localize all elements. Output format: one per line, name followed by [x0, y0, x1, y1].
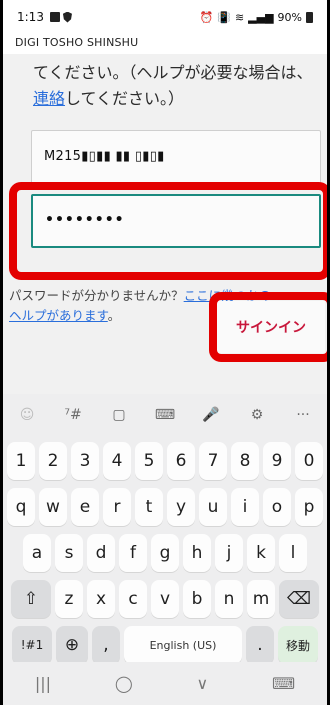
app-title: DIGI TOSHO SHINSHU: [15, 36, 139, 49]
backspace-key[interactable]: ⌫: [279, 580, 319, 618]
emoji-icon[interactable]: ☺: [15, 403, 39, 427]
photo-icon: [49, 12, 60, 22]
more-icon[interactable]: ···: [291, 403, 315, 427]
phone-screen: 1:13 ⏰ 📳 ≋ ▂▄▆ 90% DIGI TOSHO SHINSHU てく…: [0, 0, 330, 705]
key-5[interactable]: 5: [135, 442, 163, 480]
key-7[interactable]: 7: [199, 442, 227, 480]
key-x[interactable]: x: [87, 580, 115, 618]
key-w[interactable]: w: [39, 488, 67, 526]
zxcv-row: ⇧ z x c v b n m ⌫: [3, 580, 327, 618]
wifi-icon: ≋: [234, 10, 245, 24]
key-n[interactable]: n: [215, 580, 243, 618]
key-y[interactable]: y: [167, 488, 195, 526]
symbols-key[interactable]: !#1: [12, 626, 52, 664]
key-r[interactable]: r: [103, 488, 131, 526]
key-t[interactable]: t: [135, 488, 163, 526]
instructions-text: てください。（ヘルプが必要な場合は、 連絡してください。）: [33, 63, 313, 108]
key-s[interactable]: s: [55, 534, 83, 572]
globe-icon[interactable]: ⊕: [56, 626, 88, 664]
key-6[interactable]: 6: [167, 442, 195, 480]
key-l[interactable]: l: [279, 534, 307, 572]
key-a[interactable]: a: [23, 534, 51, 572]
key-p[interactable]: p: [295, 488, 323, 526]
keyboard: ☺ ⁷# ▢ ⌨ 🎤 ⚙ ··· 1 2 3 4 5 6 7 8 9 0 q w…: [3, 394, 327, 705]
alarm-icon: ⏰: [199, 10, 214, 24]
key-4[interactable]: 4: [103, 442, 131, 480]
key-j[interactable]: j: [215, 534, 243, 572]
vibrate-icon: 📳: [217, 10, 231, 24]
comma-key[interactable]: ,: [92, 626, 120, 664]
username-field[interactable]: M215▮▯▮▮ ▮▮ ▯▮▯▮: [31, 130, 321, 184]
key-3[interactable]: 3: [71, 442, 99, 480]
key-2[interactable]: 2: [39, 442, 67, 480]
key-q[interactable]: q: [7, 488, 35, 526]
signal-icon: ▂▄▆: [248, 10, 274, 24]
back-icon[interactable]: ∨: [196, 674, 208, 693]
keyboard-toolbar: ☺ ⁷# ▢ ⌨ 🎤 ⚙ ···: [3, 394, 327, 436]
home-icon[interactable]: ◯: [115, 674, 133, 693]
bottom-key-row: !#1 ⊕ , English (US) . 移動: [3, 626, 327, 664]
battery-text: 90%: [277, 10, 302, 24]
contact-link[interactable]: 連絡: [33, 89, 65, 108]
password-highlight-box: [9, 182, 327, 280]
clipboard-icon[interactable]: ▢: [107, 403, 131, 427]
key-k[interactable]: k: [247, 534, 275, 572]
shift-key[interactable]: ⇧: [11, 580, 51, 618]
key-m[interactable]: m: [247, 580, 275, 618]
key-0[interactable]: 0: [295, 442, 323, 480]
key-u[interactable]: u: [199, 488, 227, 526]
shield-icon: [62, 11, 72, 23]
key-z[interactable]: z: [55, 580, 83, 618]
key-c[interactable]: c: [119, 580, 147, 618]
key-i[interactable]: i: [231, 488, 259, 526]
period-key[interactable]: .: [246, 626, 274, 664]
key-d[interactable]: d: [87, 534, 115, 572]
enter-key[interactable]: 移動: [278, 626, 318, 664]
help-link-2[interactable]: ヘルプがあります: [9, 308, 108, 323]
symbols-icon[interactable]: ⁷#: [61, 403, 85, 427]
login-form: てください。（ヘルプが必要な場合は、 連絡してください。） M215▮▯▮▮ ▮…: [3, 54, 327, 394]
status-bar: 1:13 ⏰ 📳 ≋ ▂▄▆ 90%: [3, 0, 327, 34]
number-row: 1 2 3 4 5 6 7 8 9 0: [3, 442, 327, 480]
key-g[interactable]: g: [151, 534, 179, 572]
battery-icon: [306, 11, 313, 23]
keyboard-switch-icon[interactable]: ⌨: [272, 674, 295, 693]
space-key[interactable]: English (US): [124, 626, 242, 664]
signin-highlight-box: [209, 292, 327, 362]
key-b[interactable]: b: [183, 580, 211, 618]
navigation-bar: ||| ◯ ∨ ⌨: [3, 662, 327, 705]
username-value: M215▮▯▮▮ ▮▮ ▯▮▯▮: [44, 149, 165, 164]
key-e[interactable]: e: [71, 488, 99, 526]
key-f[interactable]: f: [119, 534, 147, 572]
key-h[interactable]: h: [183, 534, 211, 572]
key-8[interactable]: 8: [231, 442, 259, 480]
key-1[interactable]: 1: [7, 442, 35, 480]
key-9[interactable]: 9: [263, 442, 291, 480]
keyboard-mode-icon[interactable]: ⌨: [153, 403, 177, 427]
recent-apps-icon[interactable]: |||: [35, 674, 51, 693]
status-time: 1:13: [17, 10, 44, 24]
asdf-row: a s d f g h j k l: [3, 534, 327, 572]
key-o[interactable]: o: [263, 488, 291, 526]
key-v[interactable]: v: [151, 580, 179, 618]
settings-gear-icon[interactable]: ⚙: [245, 403, 269, 427]
mic-icon[interactable]: 🎤: [199, 403, 223, 427]
qwerty-row: q w e r t y u i o p: [3, 488, 327, 526]
